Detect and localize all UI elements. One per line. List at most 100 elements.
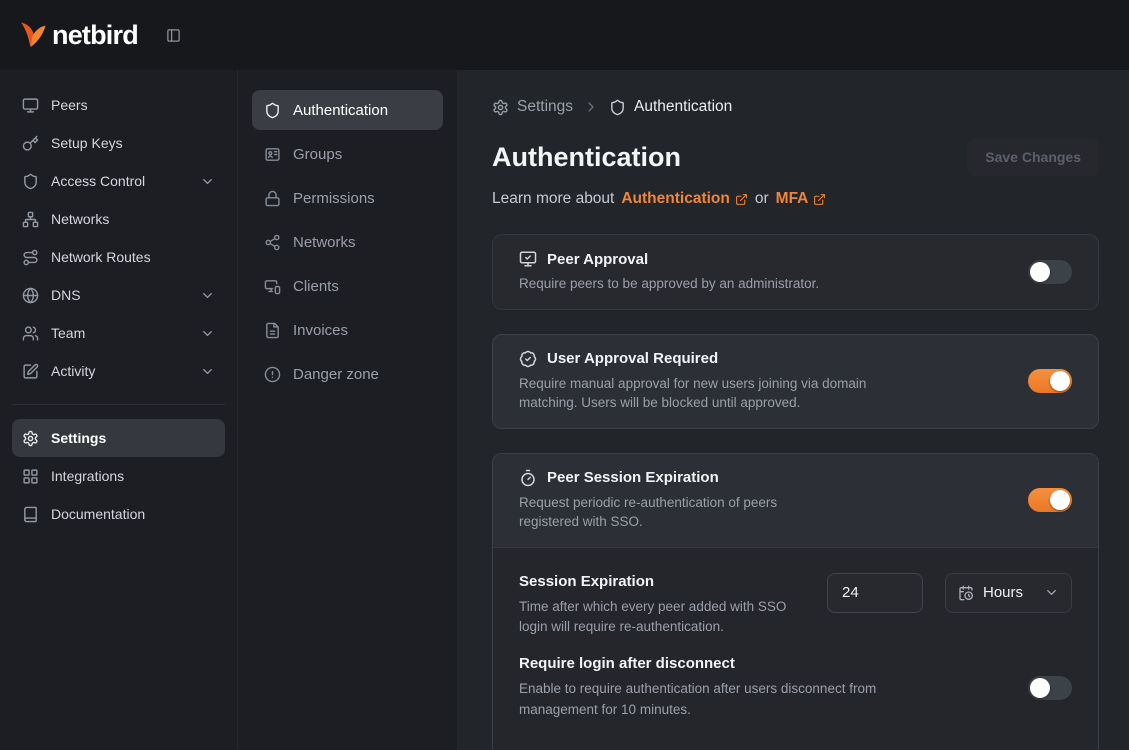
- card-title: User Approval Required: [547, 350, 718, 367]
- card-title: Peer Approval: [547, 251, 648, 268]
- sidebar-divider: [12, 404, 225, 405]
- user-approval-card: User Approval Required Require manual ap…: [492, 334, 1099, 429]
- peer-approval-toggle[interactable]: [1028, 260, 1072, 284]
- grid-icon: [22, 468, 39, 485]
- subnav-item-groups[interactable]: Groups: [252, 134, 443, 174]
- sidebar-item-label: Network Routes: [51, 249, 151, 265]
- subnav-item-label: Groups: [293, 146, 342, 163]
- app-root: netbird Peers Setup Keys Access Control: [0, 0, 1129, 750]
- peer-session-expiration-body: Session Expiration Time after which ever…: [493, 548, 1098, 750]
- sidebar-item-setup-keys[interactable]: Setup Keys: [12, 124, 225, 162]
- toggle-knob: [1050, 490, 1070, 510]
- selected-unit: Hours: [983, 584, 1023, 601]
- users-icon: [22, 325, 39, 342]
- breadcrumb: Settings Authentication: [492, 98, 1099, 116]
- subnav-item-networks[interactable]: Networks: [252, 222, 443, 262]
- network-icon: [22, 211, 39, 228]
- chevron-down-icon: [200, 364, 215, 379]
- netbird-logo: netbird: [18, 20, 138, 51]
- learn-more-line: Learn more about Authentication or MFA: [492, 190, 1099, 208]
- brand-name: netbird: [52, 20, 138, 51]
- toggle-knob: [1030, 678, 1050, 698]
- session-expiration-row: Session Expiration Time after which ever…: [519, 564, 1072, 647]
- sidebar-item-documentation[interactable]: Documentation: [12, 495, 225, 533]
- breadcrumb-settings-label: Settings: [517, 98, 573, 116]
- main-row: Peers Setup Keys Access Control Networks…: [0, 70, 1129, 750]
- sidebar-item-access-control[interactable]: Access Control: [12, 162, 225, 200]
- user-approval-toggle[interactable]: [1028, 369, 1072, 393]
- setting-label: Session Expiration: [519, 573, 794, 590]
- subnav-item-authentication[interactable]: Authentication: [252, 90, 443, 130]
- card-title: Peer Session Expiration: [547, 469, 719, 486]
- panel-left-icon: [166, 28, 181, 43]
- subnav-item-label: Clients: [293, 278, 339, 295]
- mfa-docs-link[interactable]: MFA: [776, 190, 827, 208]
- globe-icon: [22, 287, 39, 304]
- timer-icon: [519, 469, 537, 487]
- alert-circle-icon: [264, 366, 281, 383]
- gear-icon: [22, 430, 39, 447]
- toggle-knob: [1030, 262, 1050, 282]
- sidebar-item-label: DNS: [51, 287, 81, 303]
- sidebar-item-peers[interactable]: Peers: [12, 86, 225, 124]
- sidebar-item-team[interactable]: Team: [12, 314, 225, 352]
- learn-more-prefix: Learn more about: [492, 190, 614, 208]
- session-expiration-value-input[interactable]: [827, 573, 923, 613]
- peer-session-expiration-card: Peer Session Expiration Request periodic…: [492, 453, 1099, 750]
- sidebar-item-label: Networks: [51, 211, 109, 227]
- sidebar-item-label: Team: [51, 325, 85, 341]
- settings-cards: Peer Approval Require peers to be approv…: [492, 234, 1099, 750]
- subnav-item-label: Invoices: [293, 322, 348, 339]
- subnav-item-label: Danger zone: [293, 366, 379, 383]
- route-icon: [22, 249, 39, 266]
- save-changes-button[interactable]: Save Changes: [967, 138, 1099, 176]
- monitor-icon: [22, 97, 39, 114]
- external-link-icon: [735, 193, 748, 206]
- netbird-logo-icon: [18, 20, 48, 50]
- sidebar-item-dns[interactable]: DNS: [12, 276, 225, 314]
- primary-sidebar: Peers Setup Keys Access Control Networks…: [0, 70, 237, 750]
- subnav-item-label: Networks: [293, 234, 356, 251]
- learn-more-middle: or: [755, 190, 769, 208]
- devices-icon: [264, 278, 281, 295]
- setting-description: Time after which every peer added with S…: [519, 597, 794, 638]
- setting-description: Enable to require authentication after u…: [519, 679, 949, 720]
- sidebar-item-network-routes[interactable]: Network Routes: [12, 238, 225, 276]
- toggle-knob: [1050, 371, 1070, 391]
- sidebar-item-settings[interactable]: Settings: [12, 419, 225, 457]
- breadcrumb-current-label: Authentication: [634, 98, 732, 116]
- peer-session-expiration-toggle[interactable]: [1028, 488, 1072, 512]
- chevron-down-icon: [200, 174, 215, 189]
- require-login-toggle[interactable]: [1028, 676, 1072, 700]
- calendar-clock-icon: [958, 585, 974, 601]
- sidebar-item-label: Peers: [51, 97, 88, 113]
- badge-check-icon: [519, 350, 537, 368]
- authentication-docs-link[interactable]: Authentication: [621, 190, 748, 208]
- chevron-down-icon: [200, 288, 215, 303]
- card-description: Request periodic re-authentication of pe…: [519, 493, 829, 532]
- sidebar-item-activity[interactable]: Activity: [12, 352, 225, 390]
- breadcrumb-authentication[interactable]: Authentication: [609, 98, 732, 116]
- shield-icon: [609, 99, 626, 116]
- external-link-icon: [813, 193, 826, 206]
- subnav-item-clients[interactable]: Clients: [252, 266, 443, 306]
- sidebar-item-label: Integrations: [51, 468, 124, 484]
- subnav-item-permissions[interactable]: Permissions: [252, 178, 443, 218]
- sidebar-item-networks[interactable]: Networks: [12, 200, 225, 238]
- peer-session-expiration-header: Peer Session Expiration Request periodic…: [493, 454, 1098, 548]
- card-description: Require peers to be approved by an admin…: [519, 274, 819, 294]
- screen-check-icon: [519, 250, 537, 268]
- sidebar-item-integrations[interactable]: Integrations: [12, 457, 225, 495]
- chevron-down-icon: [1044, 585, 1059, 600]
- chevron-down-icon: [200, 326, 215, 341]
- breadcrumb-settings[interactable]: Settings: [492, 98, 573, 116]
- gear-icon: [492, 99, 509, 116]
- subnav-item-invoices[interactable]: Invoices: [252, 310, 443, 350]
- lock-icon: [264, 190, 281, 207]
- sidebar-toggle-button[interactable]: [164, 26, 183, 45]
- pen-square-icon: [22, 363, 39, 380]
- session-expiration-unit-select[interactable]: Hours: [945, 573, 1072, 613]
- group-icon: [264, 146, 281, 163]
- peer-approval-card: Peer Approval Require peers to be approv…: [492, 234, 1099, 310]
- subnav-item-danger-zone[interactable]: Danger zone: [252, 354, 443, 394]
